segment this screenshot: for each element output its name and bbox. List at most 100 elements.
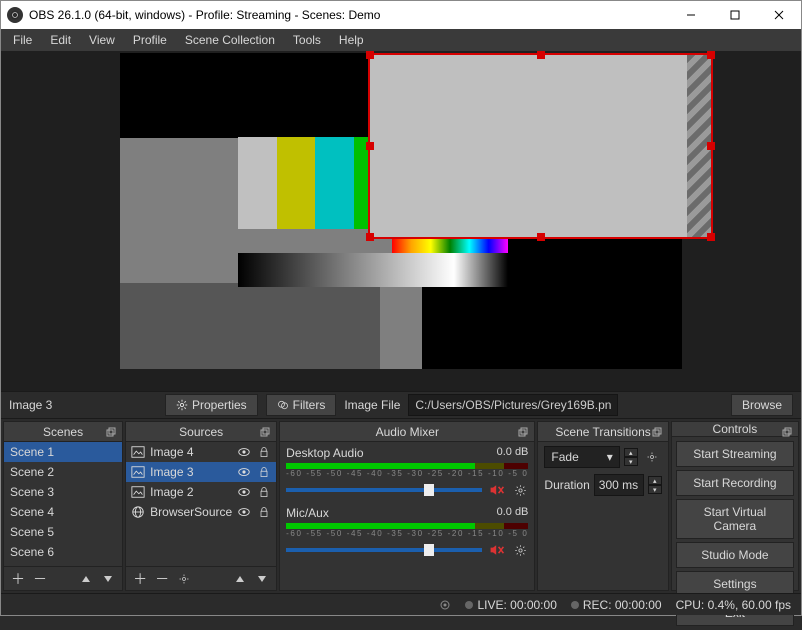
sources-list[interactable]: Image 4 Image 3 Image 2 BrowserSource <box>126 442 276 566</box>
popout-icon[interactable] <box>780 425 794 439</box>
resize-handle[interactable] <box>707 233 715 241</box>
scene-item[interactable]: Scene 4 <box>4 502 122 522</box>
window-title: OBS 26.1.0 (64-bit, windows) - Profile: … <box>29 8 669 22</box>
lock-toggle[interactable] <box>256 464 272 480</box>
duration-spin[interactable]: ▴▾ <box>648 476 662 494</box>
resize-handle[interactable] <box>366 51 374 59</box>
audio-meter <box>286 523 528 529</box>
source-name: BrowserSource <box>150 505 232 519</box>
sources-dock: Sources Image 4Image 3Image 2BrowserSour… <box>125 421 277 591</box>
source-down-button[interactable] <box>252 569 272 589</box>
maximize-button[interactable] <box>713 1 757 29</box>
channel-name: Mic/Aux <box>286 506 496 520</box>
scene-item[interactable]: Scene 1 <box>4 442 122 462</box>
source-item[interactable]: Image 4 <box>126 442 276 462</box>
resize-handle[interactable] <box>707 51 715 59</box>
channel-level: 0.0 dB <box>497 506 529 520</box>
titlebar: OBS 26.1.0 (64-bit, windows) - Profile: … <box>1 1 801 29</box>
transition-select[interactable]: Fade ▾ <box>544 446 619 468</box>
resize-handle[interactable] <box>707 142 715 150</box>
scenes-list[interactable]: Scene 1Scene 2Scene 3Scene 4Scene 5Scene… <box>4 442 122 566</box>
close-button[interactable] <box>757 1 801 29</box>
menu-scene-collection[interactable]: Scene Collection <box>177 31 283 49</box>
mixer-channel: Desktop Audio0.0 dB-60 -55 -50 -45 -40 -… <box>280 442 534 502</box>
visibility-toggle[interactable] <box>236 484 252 500</box>
image-file-input[interactable] <box>408 394 618 416</box>
preview-area[interactable] <box>1 51 801 391</box>
popout-icon[interactable] <box>104 425 118 439</box>
source-up-button[interactable] <box>230 569 250 589</box>
menu-tools[interactable]: Tools <box>285 31 329 49</box>
mute-button[interactable] <box>488 543 506 557</box>
source-properties-button[interactable] <box>174 569 194 589</box>
lock-toggle[interactable] <box>256 504 272 520</box>
transition-settings-button[interactable] <box>642 447 662 467</box>
menu-profile[interactable]: Profile <box>125 31 175 49</box>
resize-handle[interactable] <box>366 142 374 150</box>
scenes-header: Scenes <box>4 422 122 442</box>
menu-file[interactable]: File <box>5 31 40 49</box>
start-recording-button[interactable]: Start Recording <box>676 470 794 496</box>
filters-icon <box>277 399 289 411</box>
transition-spin[interactable]: ▴▾ <box>624 448 638 466</box>
menu-view[interactable]: View <box>81 31 123 49</box>
menu-edit[interactable]: Edit <box>42 31 79 49</box>
source-item[interactable]: BrowserSource <box>126 502 276 522</box>
source-name: Image 4 <box>150 445 232 459</box>
remove-source-button[interactable]: － <box>152 569 172 589</box>
add-source-button[interactable]: ＋ <box>130 569 150 589</box>
scene-item[interactable]: Scene 5 <box>4 522 122 542</box>
scene-down-button[interactable] <box>98 569 118 589</box>
source-name: Image 3 <box>150 465 232 479</box>
duration-label: Duration <box>544 478 589 492</box>
properties-button[interactable]: Properties <box>165 394 258 416</box>
remove-scene-button[interactable]: － <box>30 569 50 589</box>
volume-slider[interactable] <box>286 548 482 552</box>
source-item[interactable]: Image 3 <box>126 462 276 482</box>
menu-help[interactable]: Help <box>331 31 372 49</box>
controls-header: Controls <box>672 422 798 437</box>
image-icon <box>130 464 146 480</box>
visibility-toggle[interactable] <box>236 444 252 460</box>
lock-toggle[interactable] <box>256 444 272 460</box>
duration-input[interactable]: 300 ms <box>594 474 644 496</box>
record-indicator-icon <box>439 599 451 611</box>
lock-toggle[interactable] <box>256 484 272 500</box>
source-item[interactable]: Image 2 <box>126 482 276 502</box>
scene-item[interactable]: Scene 3 <box>4 482 122 502</box>
add-scene-button[interactable]: ＋ <box>8 569 28 589</box>
scenes-dock: Scenes Scene 1Scene 2Scene 3Scene 4Scene… <box>3 421 123 591</box>
docks-row: Scenes Scene 1Scene 2Scene 3Scene 4Scene… <box>1 419 801 593</box>
scene-item[interactable]: Scene 6 <box>4 542 122 562</box>
preview-canvas[interactable] <box>120 53 682 369</box>
scene-up-button[interactable] <box>76 569 96 589</box>
controls-dock: Controls Start Streaming Start Recording… <box>671 421 799 591</box>
volume-slider[interactable] <box>286 488 482 492</box>
selected-source-box[interactable] <box>368 53 713 239</box>
resize-handle[interactable] <box>366 233 374 241</box>
resize-handle[interactable] <box>537 51 545 59</box>
studio-mode-button[interactable]: Studio Mode <box>676 542 794 568</box>
selected-source-name: Image 3 <box>9 398 52 412</box>
minimize-button[interactable] <box>669 1 713 29</box>
popout-icon[interactable] <box>516 425 530 439</box>
globe-icon <box>130 504 146 520</box>
transitions-dock: Scene Transitions Fade ▾ ▴▾ Duration 300… <box>537 421 668 591</box>
filters-button[interactable]: Filters <box>266 394 337 416</box>
start-virtual-camera-button[interactable]: Start Virtual Camera <box>676 499 794 539</box>
source-name: Image 2 <box>150 485 232 499</box>
popout-icon[interactable] <box>258 425 272 439</box>
transitions-header: Scene Transitions <box>538 422 667 442</box>
visibility-toggle[interactable] <box>236 504 252 520</box>
browse-button[interactable]: Browse <box>731 394 793 416</box>
channel-settings-button[interactable] <box>512 542 528 558</box>
start-streaming-button[interactable]: Start Streaming <box>676 441 794 467</box>
mute-button[interactable] <box>488 483 506 497</box>
channel-settings-button[interactable] <box>512 482 528 498</box>
resize-handle[interactable] <box>537 233 545 241</box>
scene-item[interactable]: Scene 2 <box>4 462 122 482</box>
visibility-toggle[interactable] <box>236 464 252 480</box>
popout-icon[interactable] <box>650 425 664 439</box>
menubar: File Edit View Profile Scene Collection … <box>1 29 801 51</box>
mixer-header: Audio Mixer <box>280 422 534 442</box>
